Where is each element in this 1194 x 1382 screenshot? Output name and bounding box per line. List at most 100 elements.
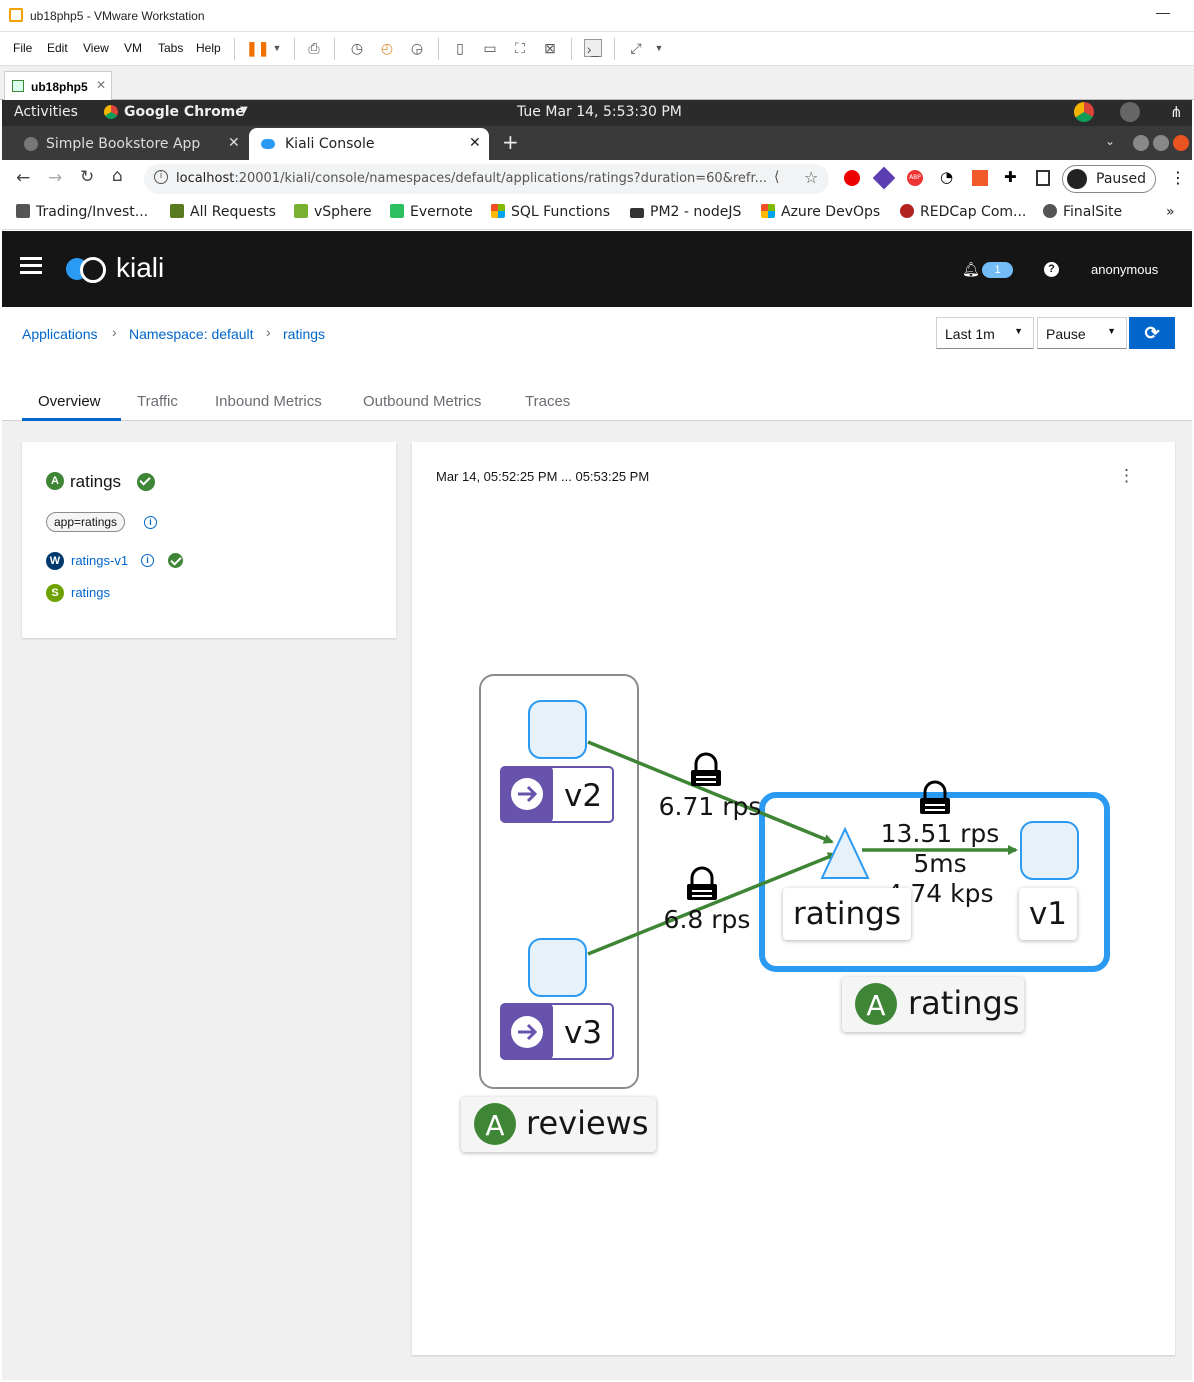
microsoft-icon bbox=[491, 204, 505, 218]
chevron-down-icon[interactable]: ⌄ bbox=[1105, 134, 1115, 148]
info-icon[interactable]: i bbox=[144, 516, 157, 529]
breadcrumb-applications[interactable]: Applications bbox=[22, 326, 98, 342]
menu-tabs[interactable]: Tabs bbox=[158, 41, 183, 55]
breadcrumb-namespace[interactable]: Namespace: default bbox=[129, 326, 254, 342]
back-icon[interactable]: ← bbox=[16, 168, 30, 188]
reviews-box-badge: A bbox=[485, 1109, 504, 1142]
bookmark-trading[interactable]: Trading/Invest... bbox=[16, 204, 148, 220]
reload-icon[interactable]: ↻ bbox=[80, 167, 94, 187]
chevron-down-icon[interactable]: ▼ bbox=[240, 105, 248, 116]
zotero-extension-icon[interactable] bbox=[972, 170, 988, 186]
close-window-icon[interactable] bbox=[1173, 135, 1189, 151]
workload-link[interactable]: ratings-v1 bbox=[71, 553, 128, 568]
breadcrumb-current[interactable]: ratings bbox=[283, 326, 325, 342]
health-ok-icon[interactable] bbox=[168, 553, 183, 568]
chevron-down-icon[interactable]: ▼ bbox=[268, 39, 286, 57]
abp-extension-icon[interactable]: ABP bbox=[907, 170, 923, 186]
health-ok-icon[interactable] bbox=[137, 473, 155, 491]
info-icon[interactable]: i bbox=[154, 170, 168, 184]
tab-traces[interactable]: Traces bbox=[525, 393, 570, 410]
forward-icon[interactable]: → bbox=[48, 168, 62, 188]
label-service-ratings[interactable]: ratings bbox=[783, 888, 911, 940]
vm-tab-ub18php5[interactable]: ub18php5 ✕ bbox=[4, 71, 112, 100]
node-v3[interactable] bbox=[528, 938, 587, 997]
network-icon[interactable]: ⋔ bbox=[1170, 103, 1183, 121]
tab-simple-bookstore[interactable]: Simple Bookstore App ✕ bbox=[10, 128, 246, 160]
home-icon[interactable]: ⌂ bbox=[112, 166, 123, 186]
help-icon[interactable]: ? bbox=[1044, 262, 1059, 277]
refresh-button[interactable]: ⟳ bbox=[1129, 317, 1175, 349]
node-v1[interactable] bbox=[1020, 821, 1079, 880]
share-icon[interactable]: ⟨ bbox=[774, 169, 779, 185]
label-v1[interactable]: v1 bbox=[1019, 888, 1077, 940]
hamburger-menu-icon[interactable] bbox=[20, 257, 42, 260]
snapshot-icon[interactable]: ◷ bbox=[348, 39, 366, 57]
bookmarks-overflow[interactable]: » bbox=[1166, 204, 1175, 220]
menu-vm[interactable]: VM bbox=[124, 41, 142, 55]
kebab-menu-icon[interactable]: ⋮ bbox=[1170, 168, 1186, 187]
menu-help[interactable]: Help bbox=[196, 41, 221, 55]
chevron-down-icon[interactable]: ▼ bbox=[650, 39, 668, 57]
puzzle-icon[interactable]: ✚ bbox=[1004, 168, 1017, 186]
workload-badge: W bbox=[46, 552, 64, 570]
clock[interactable]: Tue Mar 14, 5:53:30 PM bbox=[517, 104, 682, 120]
stretch-guest-icon[interactable]: ⤢ bbox=[627, 39, 645, 57]
new-tab-icon[interactable]: + bbox=[502, 130, 519, 154]
refresh-interval-select[interactable]: Pause ▼ bbox=[1037, 317, 1127, 349]
pause-vm-icon[interactable]: ❚❚ bbox=[246, 39, 269, 57]
tab-overview[interactable]: Overview bbox=[38, 393, 101, 410]
vmware-title-bar: ub18php5 - VMware Workstation — bbox=[0, 0, 1194, 32]
profile-button[interactable]: Paused bbox=[1062, 165, 1156, 193]
bookmark-redcap[interactable]: REDCap Com... bbox=[900, 204, 1026, 220]
snapshot-manager-icon[interactable]: ◶ bbox=[408, 39, 426, 57]
menu-file[interactable]: File bbox=[13, 41, 32, 55]
service-link[interactable]: ratings bbox=[71, 585, 110, 600]
menu-edit[interactable]: Edit bbox=[47, 41, 68, 55]
globe-icon[interactable] bbox=[1120, 102, 1140, 122]
console-view-icon[interactable]: ›_ bbox=[584, 39, 602, 57]
bell-icon[interactable]: 🔔︎ bbox=[962, 261, 980, 278]
activities-button[interactable]: Activities bbox=[14, 104, 78, 120]
minimize-icon[interactable]: — bbox=[1156, 4, 1170, 20]
tab-inbound-metrics[interactable]: Inbound Metrics bbox=[215, 393, 322, 410]
omnibox[interactable]: i localhost:20001/kiali/console/namespac… bbox=[144, 164, 829, 194]
bookmark-vsphere[interactable]: vSphere bbox=[294, 204, 372, 220]
info-icon[interactable]: i bbox=[141, 554, 154, 567]
maximize-icon[interactable] bbox=[1153, 135, 1169, 151]
duration-select[interactable]: Last 1m ▼ bbox=[936, 317, 1034, 349]
ratings-box-label[interactable]: A ratings bbox=[842, 977, 1024, 1032]
tab-outbound-metrics[interactable]: Outbound Metrics bbox=[363, 393, 481, 410]
bookmark-sql-functions[interactable]: SQL Functions bbox=[491, 204, 610, 220]
node-v2[interactable] bbox=[528, 700, 587, 759]
minimize-icon[interactable] bbox=[1133, 135, 1149, 151]
bookmark-azure-devops[interactable]: Azure DevOps bbox=[761, 204, 880, 220]
thumbnail-bar-icon[interactable]: ▭ bbox=[481, 39, 499, 57]
close-icon[interactable]: ✕ bbox=[469, 135, 481, 151]
unity-icon[interactable]: ⊠ bbox=[541, 39, 559, 57]
extension-icon[interactable] bbox=[872, 166, 896, 190]
chrome-tray-icon[interactable] bbox=[1074, 102, 1094, 122]
tab-traffic[interactable]: Traffic bbox=[137, 393, 178, 410]
adblock-extension-icon[interactable] bbox=[844, 170, 860, 186]
speedometer-extension-icon[interactable]: ◔ bbox=[940, 168, 953, 186]
close-icon[interactable]: ✕ bbox=[96, 78, 106, 92]
bookmark-pm2[interactable]: PM2 - nodeJS bbox=[630, 204, 741, 220]
menu-view[interactable]: View bbox=[83, 41, 109, 55]
fullscreen-icon[interactable]: ⛶ bbox=[511, 39, 529, 57]
tab-kiali-console[interactable]: Kiali Console ✕ bbox=[249, 128, 489, 160]
bookmark-evernote[interactable]: Evernote bbox=[390, 204, 473, 220]
bookmark-finalsite[interactable]: FinalSite bbox=[1043, 204, 1122, 220]
notification-badge[interactable]: 1 bbox=[982, 262, 1013, 278]
side-panel-icon[interactable] bbox=[1036, 170, 1050, 186]
bookmark-all-requests[interactable]: All Requests bbox=[170, 204, 276, 220]
revert-snapshot-icon[interactable]: ◴ bbox=[378, 39, 396, 57]
send-ctrl-alt-del-icon[interactable]: ⎙ bbox=[305, 39, 323, 57]
close-icon[interactable]: ✕ bbox=[228, 135, 240, 151]
label-v2[interactable]: v2 bbox=[500, 766, 614, 823]
label-v3[interactable]: v3 bbox=[500, 1003, 614, 1060]
sidebar-toggle-icon[interactable]: ▯ bbox=[451, 39, 469, 57]
bookmark-star-icon[interactable]: ☆ bbox=[804, 168, 818, 187]
user-menu[interactable]: anonymous bbox=[1091, 262, 1158, 277]
app-menu[interactable]: Google Chrome bbox=[124, 104, 245, 120]
reviews-box-label[interactable]: A reviews bbox=[461, 1097, 656, 1152]
